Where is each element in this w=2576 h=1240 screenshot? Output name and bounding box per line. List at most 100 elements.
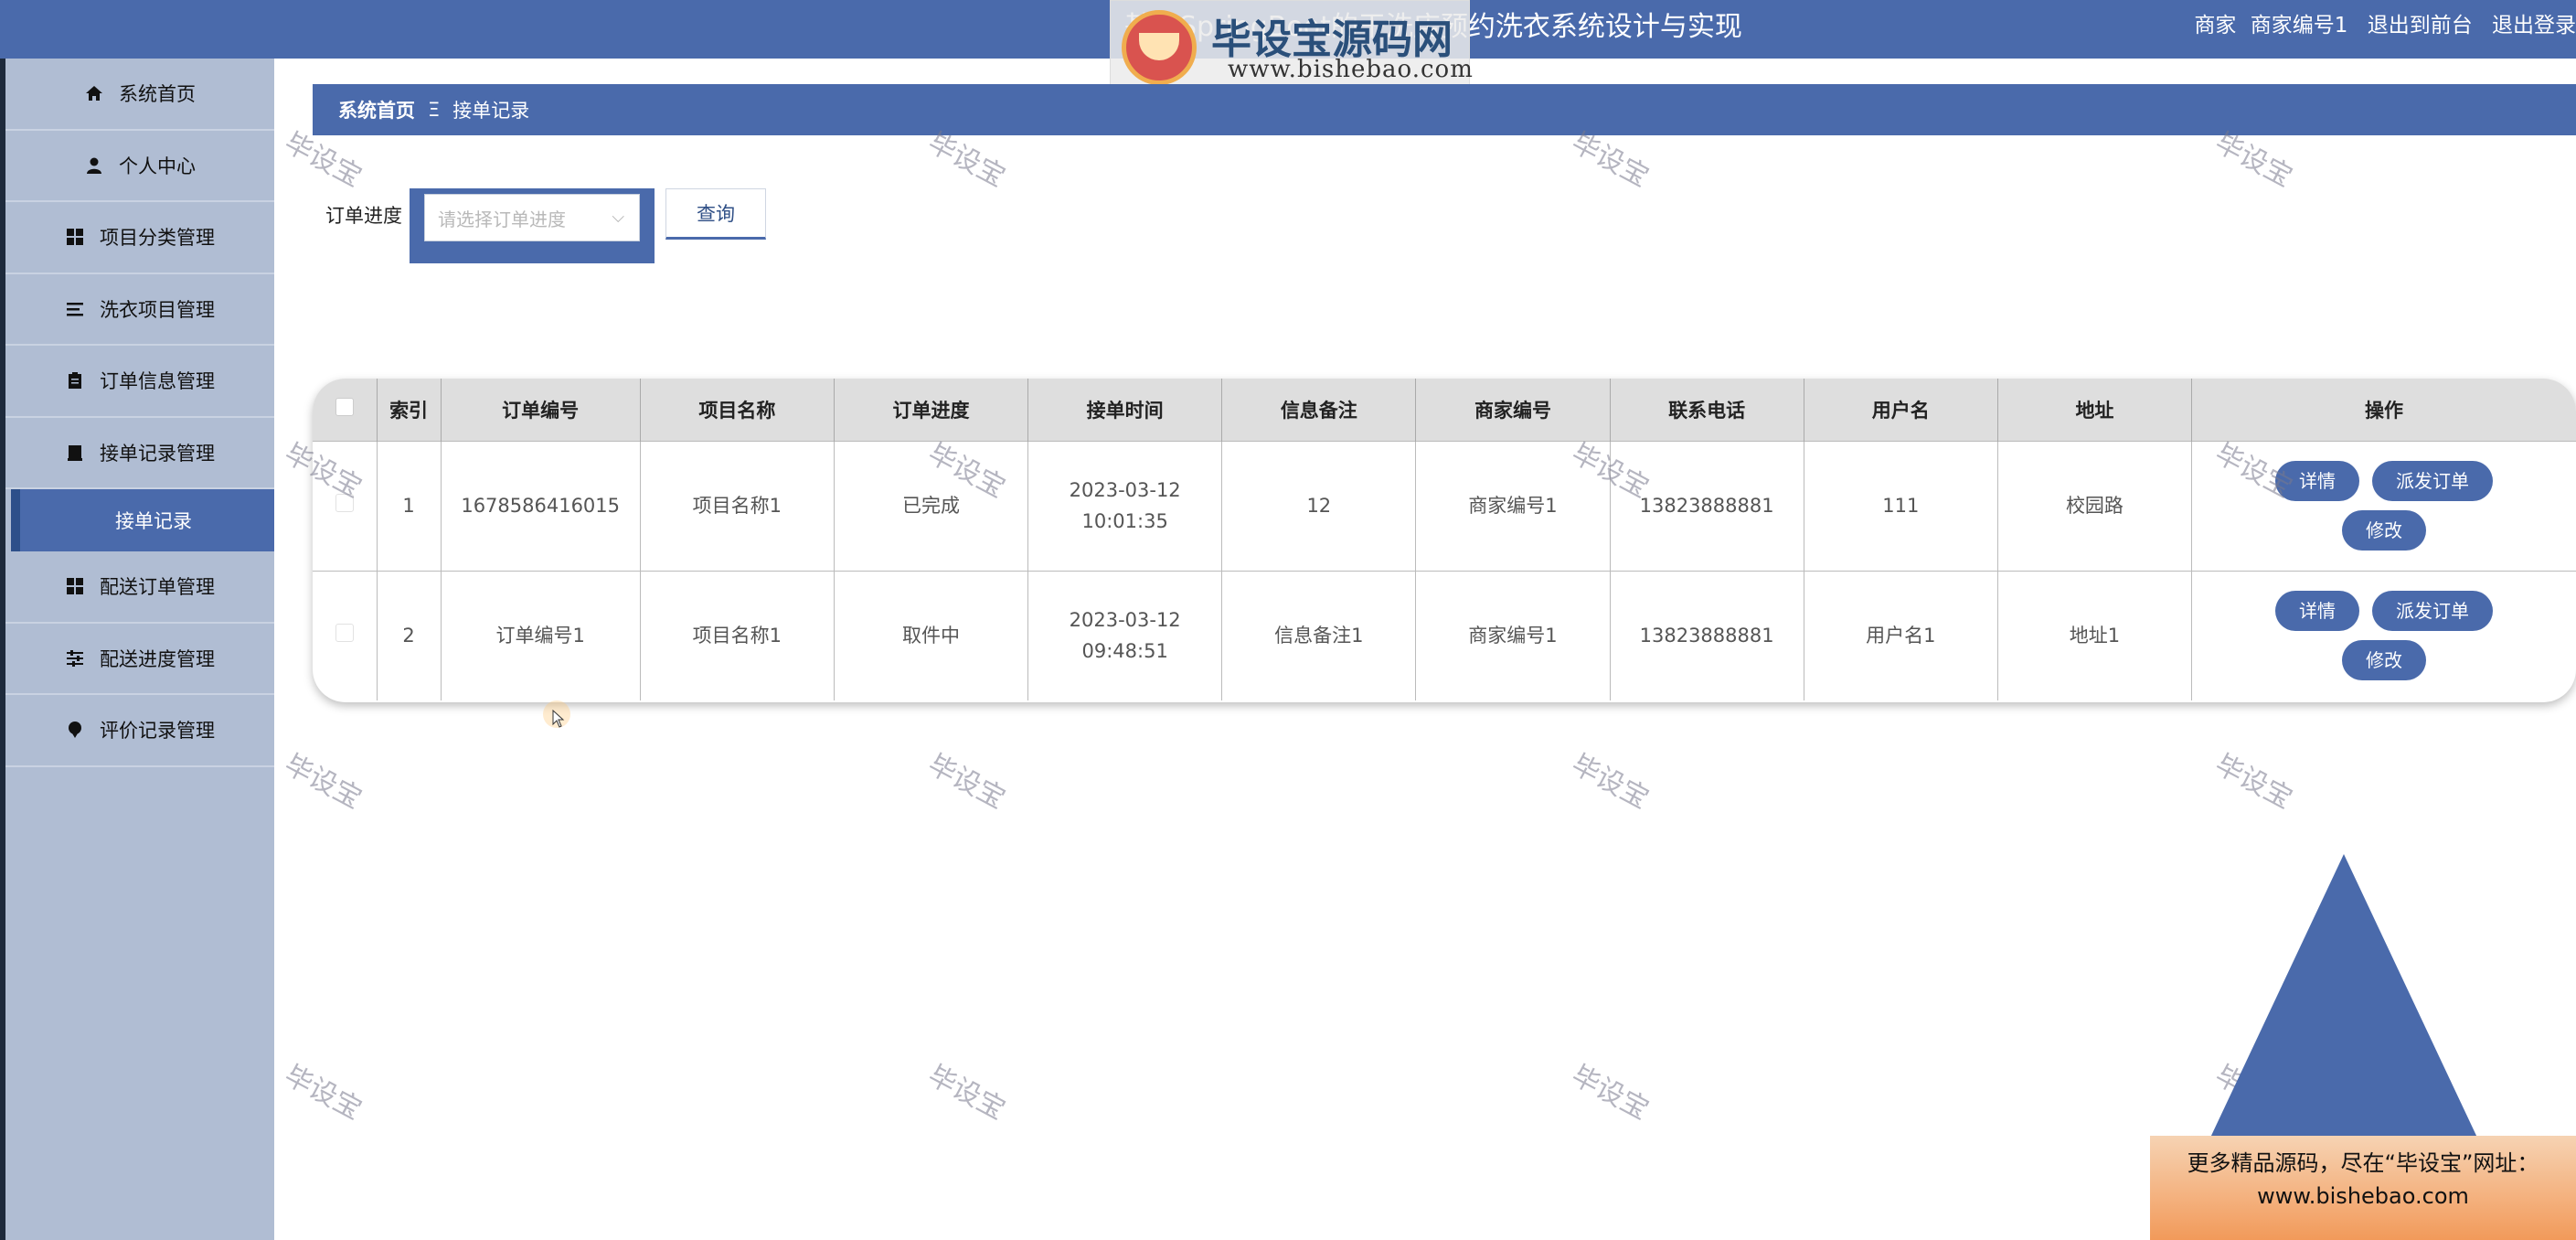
username: 商家编号1 <box>2250 14 2348 37</box>
search-label: 订单进度 <box>325 205 402 227</box>
column-header: 索引 <box>377 379 442 441</box>
cell-phone: 13823888881 <box>1610 440 1804 571</box>
column-header: 操作 <box>2191 379 2576 441</box>
row-checkbox[interactable] <box>313 440 378 571</box>
column-header: 联系电话 <box>1610 379 1804 441</box>
sidebar-item-label: 配送进度管理 <box>100 647 215 670</box>
column-header: 用户名 <box>1804 379 1998 441</box>
select-placeholder: 请选择订单进度 <box>438 208 566 230</box>
sidebar-item-laundry-project[interactable]: 洗衣项目管理 <box>5 274 274 346</box>
table-row: 2 订单编号1 项目名称1 取件中 2023-03-12 09:48:51 信息… <box>313 570 2576 700</box>
sidebar-item-profile[interactable]: 个人中心 <box>5 131 274 202</box>
user-role: 商家 <box>2194 14 2237 37</box>
sidebar: 系统首页 个人中心 项目分类管理 洗衣项目管理 订单信息管理 接单记录管理 接单… <box>0 59 274 1240</box>
ad-banner[interactable]: 更多精品源码，尽在“毕设宝”网址： www.bishebao.com <box>2150 1136 2576 1240</box>
mouse-cursor-icon <box>552 710 565 728</box>
detail-button[interactable]: 详情 <box>2275 591 2359 632</box>
dispatch-order-button[interactable]: 派发订单 <box>2372 591 2493 632</box>
watermark-text: 毕设宝 <box>2209 748 2298 816</box>
sidebar-item-category[interactable]: 项目分类管理 <box>5 202 274 274</box>
sidebar-subitem-accept-record[interactable]: 接单记录 <box>11 489 274 551</box>
sidebar-item-label: 评价记录管理 <box>100 720 215 743</box>
column-header: 订单编号 <box>441 379 641 441</box>
ad-line-1: 更多精品源码，尽在“毕设宝”网址： <box>2187 1150 2539 1176</box>
column-header: 信息备注 <box>1221 379 1417 441</box>
row-checkbox[interactable] <box>313 570 378 700</box>
grid-icon <box>65 576 85 596</box>
cell-merchant-no: 商家编号1 <box>1415 440 1611 571</box>
cell-phone: 13823888881 <box>1610 570 1804 700</box>
watermark-text: 毕设宝 <box>1566 748 1655 816</box>
cell-merchant-no: 商家编号1 <box>1415 570 1611 700</box>
table-header-row: 索引 订单编号 项目名称 订单进度 接单时间 信息备注 商家编号 联系电话 用户… <box>313 379 2576 441</box>
logout-link[interactable]: 退出登录 <box>2492 14 2576 37</box>
clipboard-icon <box>65 370 85 390</box>
cell-order-no: 订单编号1 <box>441 570 641 700</box>
sidebar-item-review[interactable]: 评价记录管理 <box>5 695 274 767</box>
cell-time: 2023-03-12 10:01:35 <box>1027 440 1223 571</box>
records-table: 索引 订单编号 项目名称 订单进度 接单时间 信息备注 商家编号 联系电话 用户… <box>313 379 2576 702</box>
column-header: 接单时间 <box>1027 379 1223 441</box>
back-to-front-link[interactable]: 退出到前台 <box>2368 14 2473 37</box>
cell-order-no: 1678586416015 <box>441 440 641 571</box>
cell-address: 地址1 <box>1997 570 2193 700</box>
sidebar-item-delivery-order[interactable]: 配送订单管理 <box>5 551 274 624</box>
column-header: 项目名称 <box>640 379 835 441</box>
order-progress-select[interactable]: 请选择订单进度 ⌵ <box>424 194 640 241</box>
cell-remark: 信息备注1 <box>1221 570 1417 700</box>
breadcrumb-home[interactable]: 系统首页 <box>338 96 415 123</box>
ad-line-2: www.bishebao.com <box>2257 1183 2469 1209</box>
mascot-logo-icon <box>1122 10 1197 85</box>
cell-remark: 12 <box>1221 440 1417 571</box>
edit-button[interactable]: 修改 <box>2342 510 2426 551</box>
cell-actions: 详情 派发订单 修改 <box>2191 440 2576 571</box>
cell-time: 2023-03-12 09:48:51 <box>1027 570 1223 700</box>
chevron-down-icon: ⌵ <box>612 208 624 227</box>
list-icon <box>65 299 85 319</box>
cell-username: 111 <box>1804 440 1998 571</box>
cell-project-name: 项目名称1 <box>640 440 835 571</box>
dispatch-order-button[interactable]: 派发订单 <box>2372 461 2493 501</box>
select-all-checkbox[interactable] <box>313 379 378 441</box>
sidebar-item-home[interactable]: 系统首页 <box>5 59 274 131</box>
sliders-icon <box>65 648 85 668</box>
cell-index: 1 <box>377 440 442 571</box>
cell-username: 用户名1 <box>1804 570 1998 700</box>
breadcrumb: 系统首页 Ξ 接单记录 <box>313 84 2576 135</box>
breadcrumb-current: 接单记录 <box>452 100 530 122</box>
logo-url-text: www.bishebao.com <box>1228 56 1474 83</box>
search-select-container: 请选择订单进度 ⌵ <box>410 188 655 263</box>
sidebar-item-label: 个人中心 <box>119 155 196 177</box>
breadcrumb-separator-icon: Ξ <box>428 99 441 121</box>
user-menu: 商家 商家编号1 退出到前台 退出登录 <box>2181 7 2576 38</box>
cell-project-name: 项目名称1 <box>640 570 835 700</box>
sidebar-item-label: 项目分类管理 <box>100 227 215 250</box>
column-header: 地址 <box>1997 379 2193 441</box>
cell-address: 校园路 <box>1997 440 2193 571</box>
sidebar-item-accept-records[interactable]: 接单记录管理 <box>5 418 274 489</box>
user-icon <box>84 155 104 176</box>
site-logo-overlay: 毕设宝源码网 www.bishebao.com <box>1110 0 1473 93</box>
sidebar-subitem-label: 接单记录 <box>115 510 192 532</box>
sidebar-item-label: 系统首页 <box>119 83 196 106</box>
watermark-text: 毕设宝 <box>279 1059 367 1127</box>
sidebar-item-label: 接单记录管理 <box>100 442 215 465</box>
watermark-text: 毕设宝 <box>922 1059 1011 1127</box>
cell-progress: 取件中 <box>834 570 1029 700</box>
sidebar-item-delivery-progress[interactable]: 配送进度管理 <box>5 624 274 695</box>
sidebar-item-label: 配送订单管理 <box>100 576 215 599</box>
edit-button[interactable]: 修改 <box>2342 640 2426 681</box>
watermark-text: 毕设宝 <box>1566 1059 1655 1127</box>
detail-button[interactable]: 详情 <box>2275 461 2359 501</box>
cell-actions: 详情 派发订单 修改 <box>2191 570 2576 700</box>
box-icon <box>65 443 85 463</box>
grid-icon <box>65 227 85 247</box>
sidebar-item-order-info[interactable]: 订单信息管理 <box>5 346 274 418</box>
cell-index: 2 <box>377 570 442 700</box>
sidebar-item-label: 订单信息管理 <box>100 370 215 393</box>
query-button[interactable]: 查询 <box>665 188 766 240</box>
table-row: 1 1678586416015 项目名称1 已完成 2023-03-12 10:… <box>313 440 2576 571</box>
column-header: 商家编号 <box>1415 379 1611 441</box>
sidebar-item-label: 洗衣项目管理 <box>100 298 215 321</box>
watermark-text: 毕设宝 <box>922 748 1011 816</box>
